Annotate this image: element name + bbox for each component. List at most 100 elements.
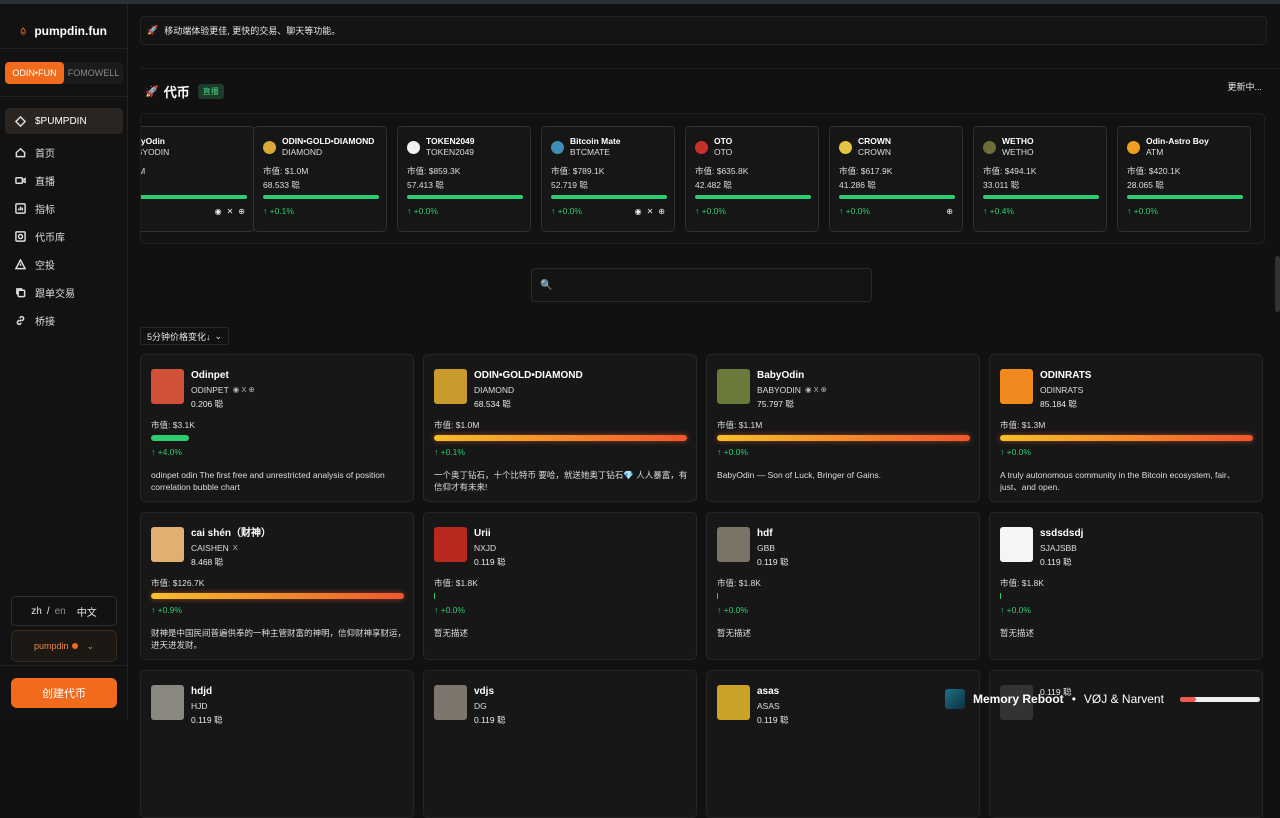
holders: 33.011 聪: [983, 180, 1020, 190]
telegram-icon[interactable]: ◉: [635, 207, 642, 216]
globe-icon[interactable]: ⊕: [946, 207, 953, 216]
sidebar-item-copy-trading[interactable]: 跟单交易: [5, 278, 123, 306]
token-symbol: GBB: [757, 543, 775, 553]
chart-icon: [15, 202, 26, 214]
update-status: 更新中...: [1227, 82, 1262, 92]
market-cap: 市值: $1.0M: [263, 166, 309, 176]
token-card[interactable]: ODINRATS ODINRATS 85.184 聪市值: $1.3M ↑ +0.0%…: [989, 354, 1263, 502]
price-change: ↑ +4.0%: [151, 447, 182, 457]
market-cap: 市值: $494.1K: [983, 166, 1037, 176]
logo[interactable]: pumpdin.fun: [0, 4, 127, 44]
lang-en[interactable]: en: [55, 606, 66, 617]
progress-bar: [839, 195, 955, 199]
token-card[interactable]: Urii NXJD 0.119 聪市值: $1.8K ↑ +0.0% 暂无描述: [423, 512, 697, 660]
token-description: A truly autonomous community in the Bitc…: [1000, 470, 1236, 492]
section-title: 代币: [163, 85, 190, 100]
ticker-card[interactable]: CROWN CROWN 市值: $617.9K 41.286 聪 ↑ +0.0% ⊕: [829, 126, 963, 232]
token-image: [717, 527, 750, 562]
x-icon[interactable]: ✕: [227, 207, 234, 216]
ticker-card[interactable]: OTO OTO 市值: $635.8K 42.482 聪 ↑ +0.0%: [685, 126, 819, 232]
x-icon[interactable]: ✕: [647, 207, 654, 216]
sidebar-item-token-library[interactable]: 代币库: [5, 222, 123, 250]
create-token-button[interactable]: 创建代币: [11, 678, 117, 708]
token-name: ssdsdsdj: [1040, 528, 1084, 539]
sidebar-item-label: 指标: [35, 204, 55, 216]
ticker-card[interactable]: WETHO WETHO 市值: $494.1K 33.011 聪 ↑ +0.4%: [973, 126, 1107, 232]
holders: 28.065 聪: [1127, 180, 1164, 190]
token-card[interactable]: hdjd HJD 0.119 聪: [140, 670, 414, 818]
flame-logo-icon: [20, 27, 26, 35]
token-card[interactable]: hdf GBB 0.119 聪市值: $1.8K ↑ +0.0% 暂无描述: [706, 512, 980, 660]
social-links[interactable]: ◉ X ⊕: [233, 383, 255, 397]
tab-fomowell[interactable]: FOMOWELL: [64, 62, 123, 84]
scrollbar[interactable]: [1275, 256, 1280, 312]
live-badge: 直播: [197, 84, 224, 99]
token-name: ODIN•GOLD•DIAMOND: [282, 136, 375, 146]
video-icon: [15, 176, 26, 184]
sort-dropdown[interactable]: 5分钟价格变化↓ ⌄: [140, 327, 230, 345]
social-links: ⊕: [946, 207, 953, 216]
social-links[interactable]: X: [233, 541, 238, 555]
price-change: ↑ +0.0%: [1000, 447, 1031, 457]
social-links[interactable]: ◉ X ⊕: [805, 383, 827, 397]
token-name: CROWN: [858, 136, 892, 146]
holders: 42.482 聪: [695, 180, 732, 190]
lang-zh[interactable]: zh: [31, 606, 42, 617]
token-image: [1000, 369, 1033, 404]
token-name: Odin-Astro Boy: [1146, 136, 1209, 146]
token-symbol: ODINRATS: [1040, 385, 1084, 395]
globe-icon[interactable]: ⊕: [658, 207, 665, 216]
ticker-card[interactable]: ODIN•GOLD•DIAMOND DIAMOND 市值: $1.0M 68.533 …: [253, 126, 387, 232]
user-menu[interactable]: pumpdin ⌄: [11, 630, 117, 662]
token-symbol: NXJD: [474, 543, 497, 553]
token-card[interactable]: Odinpet ODINPET ◉ X ⊕ 0.206 聪市值: $3.1K ↑ +4.…: [140, 354, 414, 502]
token-symbol: ABYODIN: [141, 147, 170, 157]
holders: 0.119 聪: [474, 715, 506, 725]
telegram-icon[interactable]: ◉: [215, 207, 222, 216]
rocket-icon: 🚀: [145, 86, 159, 98]
token-card[interactable]: BabyOdin BABYODIN ◉ X ⊕ 75.797 聪市值: $1.1M ↑ …: [706, 354, 980, 502]
sidebar-item-bridge[interactable]: 桥接: [5, 306, 123, 334]
rocket-icon: 🚀: [147, 25, 159, 35]
market-cap: 市值: $617.9K: [839, 166, 893, 176]
market-cap: 市值: $1.8K: [434, 578, 478, 588]
track-progress-fill: [1179, 696, 1196, 702]
market-cap: 市值: $1.3M: [1000, 420, 1046, 430]
progress-bar: [434, 435, 687, 441]
tab-odin-fun[interactable]: ODIN•FUN: [5, 62, 64, 84]
music-player[interactable]: Memory Reboot • VØJ & Narvent: [945, 688, 1267, 710]
ticker-card[interactable]: abyOdinABYODIN.1M聪%◉✕⊕: [141, 126, 255, 232]
copy-icon: [16, 287, 26, 297]
token-card[interactable]: cai shén（财神） CAISHEN X 8.468 聪市值: $126.7K ↑ …: [140, 512, 414, 660]
sidebar-item-airdrop[interactable]: 空投: [5, 250, 123, 278]
token-card[interactable]: asas ASAS 0.119 聪: [706, 670, 980, 818]
token-name: Urii: [474, 528, 491, 539]
token-card[interactable]: ssdsdsdj SJAJSBB 0.119 聪市值: $1.8K ↑ +0.0% 暂无…: [989, 512, 1263, 660]
search-box[interactable]: 🔍: [531, 268, 872, 302]
token-symbol: DIAMOND: [474, 385, 515, 395]
token-ticker: abyOdinABYODIN.1M聪%◉✕⊕ODIN•GOLD•DIAMONDD…: [140, 113, 1265, 244]
sidebar-item-home[interactable]: 首页: [5, 138, 123, 166]
search-input[interactable]: [558, 277, 859, 293]
sort-label: 5分钟价格变化↓: [147, 331, 211, 342]
token-card[interactable]: ODIN•GOLD•DIAMOND DIAMOND 68.534 聪市值: $1.0…: [423, 354, 697, 502]
progress-bar: [1000, 435, 1253, 441]
ticker-card[interactable]: Bitcoin Mate BTCMATE 市值: $789.1K 52.719 聪 ↑ …: [541, 126, 675, 232]
divider: [0, 96, 128, 97]
sidebar-item-live[interactable]: 直播: [5, 166, 123, 194]
track-progress[interactable]: [1179, 696, 1260, 702]
market-cap: 市值: $3.1K: [151, 420, 195, 430]
token-card[interactable]: vdjs DG 0.119 聪: [423, 670, 697, 818]
globe-icon[interactable]: ⊕: [238, 207, 245, 216]
sidebar-item-pumpdin[interactable]: $PUMPDIN: [5, 108, 123, 134]
ticker-card[interactable]: TOKEN2049 TOKEN2049 市值: $859.3K 57.413 聪 ↑ +…: [397, 126, 531, 232]
progress-bar: [151, 435, 189, 441]
language-switch[interactable]: zh / en 中文: [11, 596, 117, 626]
sidebar-nav: $PUMPDIN 首页 直播 指标 代币库 空投 跟单交易 桥接: [5, 108, 123, 334]
sidebar-item-label: 跟单交易: [35, 288, 75, 300]
holders: 0.119 聪: [757, 715, 789, 725]
token-description: BabyOdin — Son of Luck, Bringer of Gains…: [717, 470, 881, 480]
holders: 0.119 聪: [1040, 557, 1072, 567]
ticker-card[interactable]: Odin-Astro Boy ATM 市值: $420.1K 28.065 聪 ↑ +0…: [1117, 126, 1251, 232]
sidebar-item-metrics[interactable]: 指标: [5, 194, 123, 222]
